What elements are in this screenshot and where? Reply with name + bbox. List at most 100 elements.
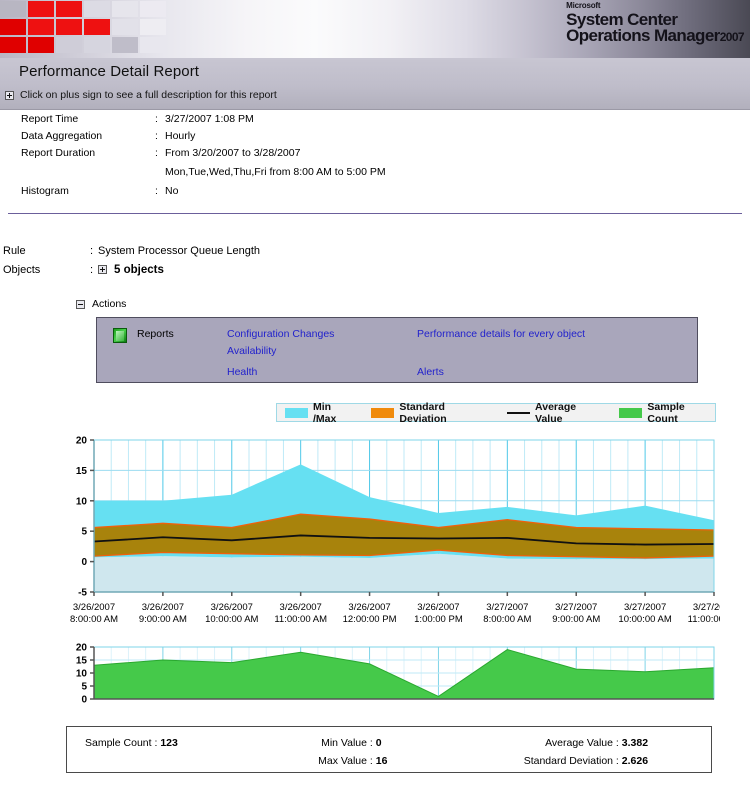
svg-text:1:00:00 PM: 1:00:00 PM — [414, 614, 463, 625]
link-performance-details[interactable]: Performance details for every object — [417, 328, 585, 340]
summary-colon: : — [615, 737, 619, 749]
param-label: Data Aggregation — [21, 129, 103, 142]
objects-value[interactable]: 5 objects — [114, 264, 164, 276]
param-row: Mon,Tue,Wed,Thu,Fri from 8:00 AM to 5:00… — [0, 161, 750, 182]
logo-cell — [28, 37, 54, 53]
param-colon: : — [155, 129, 158, 142]
svg-text:3/26/2007: 3/26/2007 — [142, 602, 184, 613]
rule-label: Rule — [3, 244, 26, 257]
legend-line-average-value — [507, 411, 531, 414]
summary-colon: : — [615, 755, 619, 767]
brand-line2: Operations Manager2007 — [566, 27, 744, 44]
param-row: Report Time : 3/27/2007 1:08 PM — [0, 110, 750, 127]
logo-cell — [140, 37, 166, 53]
report-parameters: Report Time : 3/27/2007 1:08 PM Data Agg… — [0, 110, 750, 214]
summary-label: Min Value — [321, 737, 367, 749]
rule-value: System Processor Queue Length — [98, 244, 261, 257]
logo-cell — [0, 37, 26, 53]
svg-text:3/26/2007: 3/26/2007 — [417, 602, 459, 613]
summary-label: Sample Count — [85, 737, 152, 749]
rule-section: Rule : System Processor Queue Length Obj… — [0, 241, 750, 279]
logo-cell — [28, 19, 54, 35]
report-header: Performance Detail Report Click on plus … — [0, 58, 750, 110]
legend-swatch-min-max — [285, 407, 308, 418]
summary-label: Standard Deviation — [523, 755, 613, 767]
param-value: Hourly — [165, 129, 196, 142]
param-label: Histogram — [21, 184, 69, 197]
summary-value: 3.382 — [621, 737, 649, 749]
svg-text:3/27/2007: 3/27/2007 — [693, 602, 720, 613]
minus-sign-icon[interactable] — [76, 299, 85, 309]
legend-item-min-max: Min /Max — [285, 401, 355, 425]
svg-text:8:00:00 AM: 8:00:00 AM — [70, 614, 118, 625]
svg-text:3/26/2007: 3/26/2007 — [348, 602, 390, 613]
param-value: From 3/20/2007 to 3/28/2007 — [165, 146, 301, 159]
svg-text:-5: -5 — [78, 588, 87, 599]
param-row: Report Duration : From 3/20/2007 to 3/28… — [0, 144, 750, 161]
description-text: Click on plus sign to see a full descrip… — [20, 89, 277, 101]
logo-cell — [112, 1, 138, 17]
link-health[interactable]: Health — [227, 366, 257, 378]
legend-label: Average Value — [535, 400, 577, 425]
sample-count-chart: 20 15 10 5 0 — [76, 643, 715, 706]
svg-text:10: 10 — [76, 669, 88, 680]
logo-cell — [112, 19, 138, 35]
svg-text:11:00:00 AM: 11:00:00 AM — [688, 614, 720, 625]
param-label: Report Time — [21, 112, 79, 125]
svg-text:10:00:00 AM: 10:00:00 AM — [618, 614, 671, 625]
summary-label: Max Value — [318, 755, 367, 767]
logo-cell — [112, 37, 138, 53]
logo-cell — [84, 1, 110, 17]
legend-item-standard-deviation: Standard Deviation — [371, 401, 491, 425]
svg-text:3/26/2007: 3/26/2007 — [211, 602, 253, 613]
summary-colon: : — [369, 755, 373, 767]
logo-cell — [140, 19, 166, 35]
param-value: No — [165, 184, 179, 197]
legend-item-sample-count: Sample Count — [619, 401, 715, 425]
product-branding: Microsoft System Center Operations Manag… — [566, 1, 744, 45]
param-label: Report Duration — [21, 146, 96, 159]
svg-text:11:00:00 AM: 11:00:00 AM — [274, 614, 327, 625]
svg-text:3/26/2007: 3/26/2007 — [73, 602, 115, 613]
svg-text:3/27/2007: 3/27/2007 — [624, 602, 666, 613]
param-value: 3/27/2007 1:08 PM — [165, 112, 254, 125]
rule-row: Rule : System Processor Queue Length — [0, 241, 750, 260]
reports-book-icon — [113, 328, 127, 343]
brand-microsoft: Microsoft — [566, 1, 601, 10]
param-value: Mon,Tue,Wed,Thu,Fri from 8:00 AM to 5:00… — [165, 165, 386, 178]
legend-label: Min /Max — [312, 400, 337, 425]
summary-min-value: Min Value : 0 — [295, 737, 382, 749]
svg-text:10:00:00 AM: 10:00:00 AM — [205, 614, 258, 625]
svg-text:3/27/2007: 3/27/2007 — [555, 602, 597, 613]
svg-text:20: 20 — [76, 436, 88, 447]
summary-panel: Sample Count : 123 Min Value : 0 Max Val… — [66, 726, 712, 773]
plus-sign-icon[interactable] — [98, 265, 107, 274]
logo-cell — [0, 19, 26, 35]
param-row: Data Aggregation : Hourly — [0, 127, 750, 144]
svg-text:9:00:00 AM: 9:00:00 AM — [552, 614, 600, 625]
svg-text:3/27/2007: 3/27/2007 — [486, 602, 528, 613]
link-configuration-changes[interactable]: Configuration Changes — [227, 328, 334, 340]
svg-text:0: 0 — [81, 695, 87, 706]
param-row: Histogram : No — [0, 182, 750, 199]
logo-cell — [84, 37, 110, 53]
svg-text:5: 5 — [81, 527, 87, 538]
plus-sign-icon[interactable] — [5, 90, 14, 100]
svg-text:9:00:00 AM: 9:00:00 AM — [139, 614, 187, 625]
summary-average-value: Average Value : 3.382 — [497, 737, 648, 749]
actions-header[interactable]: Actions — [76, 298, 126, 310]
link-alerts[interactable]: Alerts — [417, 366, 444, 378]
objects-label: Objects — [3, 263, 41, 276]
summary-max-value: Max Value : 16 — [295, 755, 387, 767]
description-row: Click on plus sign to see a full descrip… — [5, 89, 277, 101]
legend-label: Standard Deviation — [399, 400, 447, 425]
svg-text:0: 0 — [81, 557, 87, 568]
chart-legend: Min /Max Standard Deviation Average Valu… — [276, 400, 716, 425]
svg-text:15: 15 — [76, 466, 88, 477]
logo-cell — [56, 19, 82, 35]
summary-value: 2.626 — [621, 755, 649, 767]
logo-cell — [56, 1, 82, 17]
link-availability[interactable]: Availability — [227, 345, 276, 357]
page-title: Performance Detail Report — [19, 63, 200, 80]
legend-swatch-standard-deviation — [371, 407, 395, 418]
